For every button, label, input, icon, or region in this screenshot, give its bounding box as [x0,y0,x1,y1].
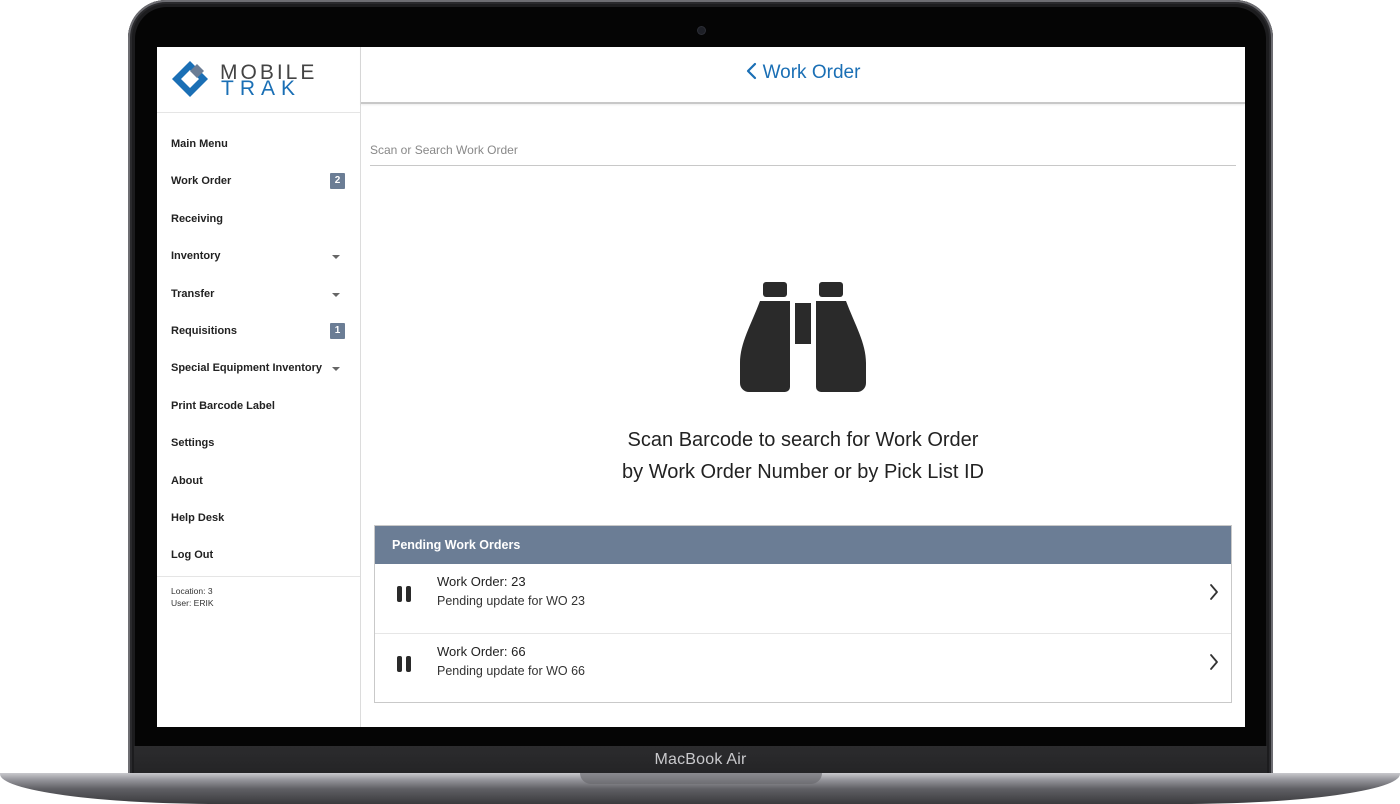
main-content: Work Order Scan Barcode to search for Wo… [361,47,1245,727]
empty-state-line1: Scan Barcode to search for Work Order [627,429,979,451]
app-screen: MOBILE TRAK Main Menu Work Order 2 Receiv… [157,47,1245,727]
sidebar-item-label: Receiving [171,212,223,225]
sidebar-item-label: Inventory [171,250,221,263]
pause-icon [397,586,411,602]
app-logo: MOBILE TRAK [157,47,360,113]
empty-state-message: Scan Barcode to search for Work Order by… [361,424,1245,488]
sidebar-item-special-equipment-inventory[interactable]: Special Equipment Inventory [157,350,360,387]
work-order-title: Work Order: 23 [437,574,526,589]
session-info: Location: 3 User: ERIK [157,576,360,617]
sidebar-item-label: Main Menu [171,138,228,150]
pause-icon [397,656,411,672]
work-order-subtitle: Pending update for WO 23 [437,594,586,608]
camera-icon [698,27,705,34]
logo-text-trak: TRAK [221,77,302,100]
page-title: Work Order [762,62,861,83]
sidebar-menu: Main Menu Work Order 2 Receiving Inventor… [157,126,360,575]
caret-down-icon [332,367,340,372]
sidebar-item-about[interactable]: About [157,463,360,500]
top-bar: Work Order [361,47,1245,104]
search-input[interactable] [370,135,1236,166]
list-item[interactable]: Work Order: 66 Pending update for WO 66 [375,634,1231,703]
work-order-title: Work Order: 66 [437,644,526,659]
sidebar-item-label: Special Equipment Inventory [171,362,322,375]
binoculars-icon [740,282,866,392]
user-text: User: ERIK [171,598,214,608]
sidebar-item-print-barcode-label[interactable]: Print Barcode Label [157,388,360,425]
logo-mark-icon [172,61,208,97]
chevron-right-icon [1210,654,1218,670]
sidebar-item-requisitions[interactable]: Requisitions 1 [157,313,360,350]
panel-header: Pending Work Orders [375,526,1231,564]
sidebar-item-label: Settings [171,437,215,450]
caret-down-icon [332,292,340,297]
device-model-label: MacBook Air [654,751,747,768]
sidebar-item-label: Requisitions [171,324,238,337]
work-order-subtitle: Pending update for WO 66 [437,664,586,678]
sidebar-item-help-desk[interactable]: Help Desk [157,500,360,537]
sidebar-item-inventory[interactable]: Inventory [157,238,360,275]
sidebar-item-transfer[interactable]: Transfer [157,276,360,313]
sidebar-item-main-menu[interactable]: Main Menu [157,126,360,163]
list-item[interactable]: Work Order: 23 Pending update for WO 23 [375,564,1231,634]
empty-state-line2: by Work Order Number or by Pick List ID [622,461,984,483]
sidebar-item-label: About [171,474,203,487]
sidebar-item-receiving[interactable]: Receiving [157,201,360,238]
sidebar-item-label: Help Desk [171,511,225,524]
sidebar-item-label: Transfer [171,287,215,300]
sidebar-item-label: Work Order [171,175,232,188]
sidebar-item-log-out[interactable]: Log Out [157,537,360,574]
count-badge: 2 [330,173,345,190]
sidebar-item-label: Print Barcode Label [171,399,275,412]
sidebar-item-work-order[interactable]: Work Order 2 [157,163,360,200]
chevron-right-icon [1210,584,1218,600]
pending-work-orders-panel: Pending Work Orders Work Order: 23 Pendi… [374,525,1232,703]
back-button[interactable]: Work Order [361,62,1245,84]
count-badge: 1 [330,322,345,339]
caret-down-icon [332,255,340,260]
chevron-left-icon [746,62,756,80]
sidebar: MOBILE TRAK Main Menu Work Order 2 Receiv… [157,47,361,727]
laptop-notch [580,773,822,784]
sidebar-item-settings[interactable]: Settings [157,425,360,462]
sidebar-item-label: Log Out [171,549,214,562]
location-text: Location: 3 [171,586,213,596]
